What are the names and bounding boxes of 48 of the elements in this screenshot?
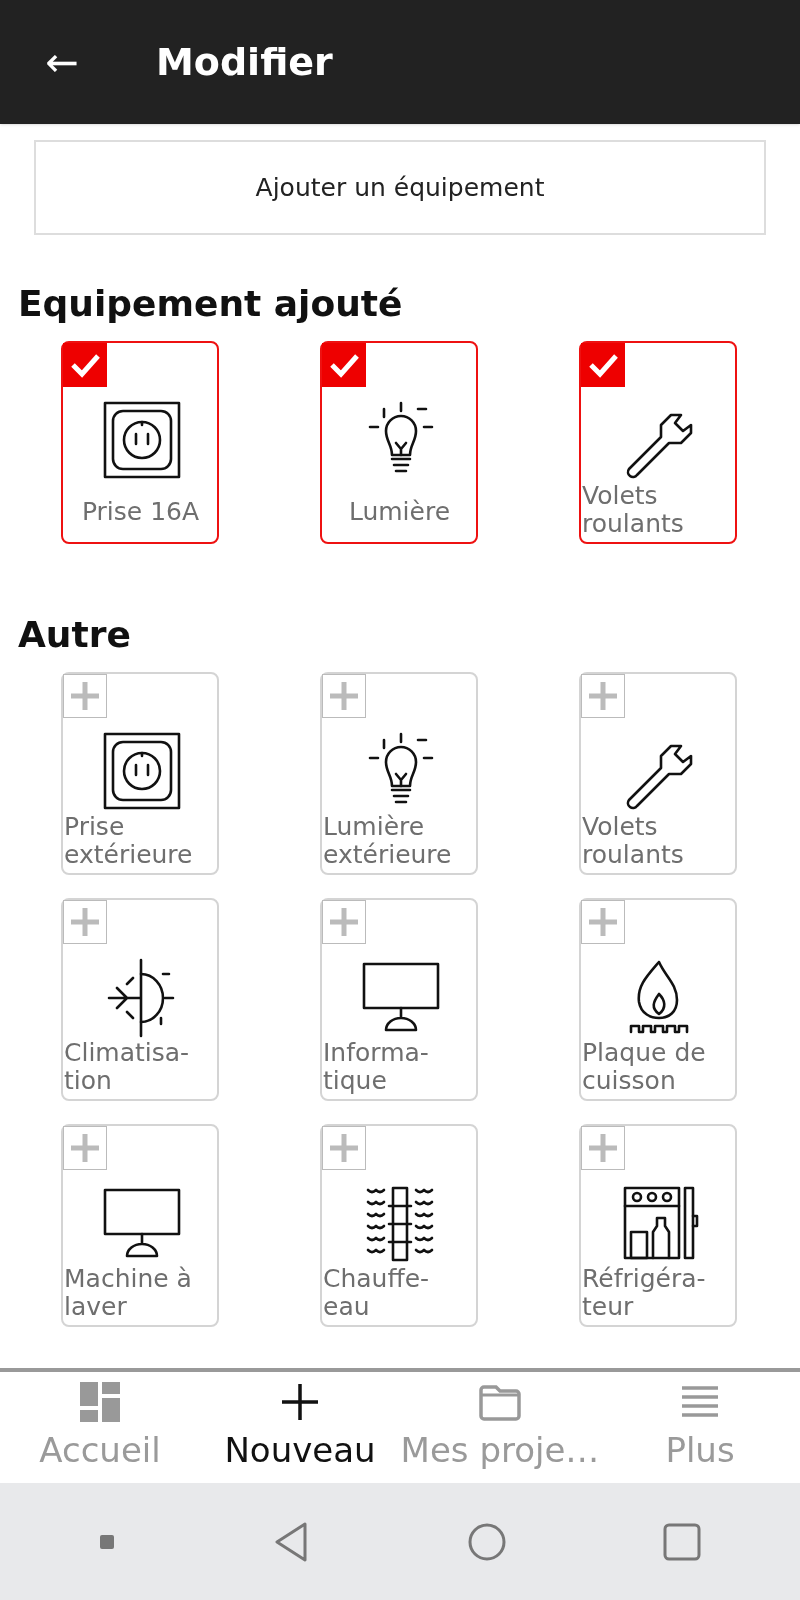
section-heading: Equipement ajouté (18, 282, 404, 326)
check-badge-icon[interactable] (581, 343, 625, 387)
equipment-label: Plaque de cuisson (582, 1039, 707, 1095)
add-plus-icon[interactable] (581, 1126, 625, 1170)
equipment-label: Lumière (347, 498, 452, 526)
add-equipment-button[interactable]: Ajouter un équipement (34, 140, 766, 235)
add-plus-icon[interactable] (322, 674, 366, 718)
check-badge-icon[interactable] (322, 343, 366, 387)
add-plus-icon[interactable] (581, 674, 625, 718)
equipment-label: Machine à laver (64, 1265, 193, 1321)
equipment-label: Prise extérieure (64, 813, 194, 869)
equipment-card[interactable]: Prise 16A (61, 341, 219, 544)
check-badge-icon[interactable] (63, 343, 107, 387)
section-heading: Autre (18, 613, 132, 657)
nav-tab[interactable]: Plus (600, 1372, 800, 1483)
equipment-card[interactable]: Climatisa- tion (61, 898, 219, 1101)
add-plus-icon[interactable] (322, 1126, 366, 1170)
nav-tab[interactable]: Mes proje… (400, 1372, 600, 1483)
equipment-card[interactable]: Machine à laver (61, 1124, 219, 1327)
equipment-label: Informa- tique (323, 1039, 430, 1095)
equipment-card[interactable]: Chauffe- eau (320, 1124, 478, 1327)
equipment-card[interactable]: Lumière extérieure (320, 672, 478, 875)
nav-tab[interactable]: Nouveau (200, 1372, 400, 1483)
equipment-label: Lumière extérieure (323, 813, 453, 869)
add-plus-icon[interactable] (63, 900, 107, 944)
add-plus-icon[interactable] (63, 674, 107, 718)
equipment-card[interactable]: Lumière (320, 341, 478, 544)
back-button[interactable]: ← (40, 40, 84, 84)
equipment-label: Chauffe- eau (323, 1265, 431, 1321)
add-plus-icon[interactable] (581, 900, 625, 944)
equipment-card[interactable]: Plaque de cuisson (579, 898, 737, 1101)
recents-square-icon[interactable] (662, 1521, 703, 1562)
equipment-label: Prise 16A (80, 498, 201, 526)
screen-title: Modifier (156, 38, 333, 86)
equipment-card[interactable]: Réfrigéra- teur (579, 1124, 737, 1327)
nav-tab[interactable]: Accueil (0, 1372, 200, 1483)
equipment-card[interactable]: Informa- tique (320, 898, 478, 1101)
add-plus-icon[interactable] (322, 900, 366, 944)
equipment-card[interactable]: Volets roulants (579, 672, 737, 875)
equipment-label: Volets roulants (582, 813, 685, 869)
equipment-card[interactable]: Prise extérieure (61, 672, 219, 875)
add-plus-icon[interactable] (63, 1126, 107, 1170)
equipment-label: Réfrigéra- teur (582, 1265, 707, 1321)
dashboard-icon (78, 1380, 122, 1424)
equipment-label: Climatisa- tion (64, 1039, 191, 1095)
equipment-card[interactable]: Volets roulants (579, 341, 737, 544)
home-circle-icon[interactable] (466, 1521, 507, 1562)
equipment-label: Volets roulants (582, 482, 685, 538)
